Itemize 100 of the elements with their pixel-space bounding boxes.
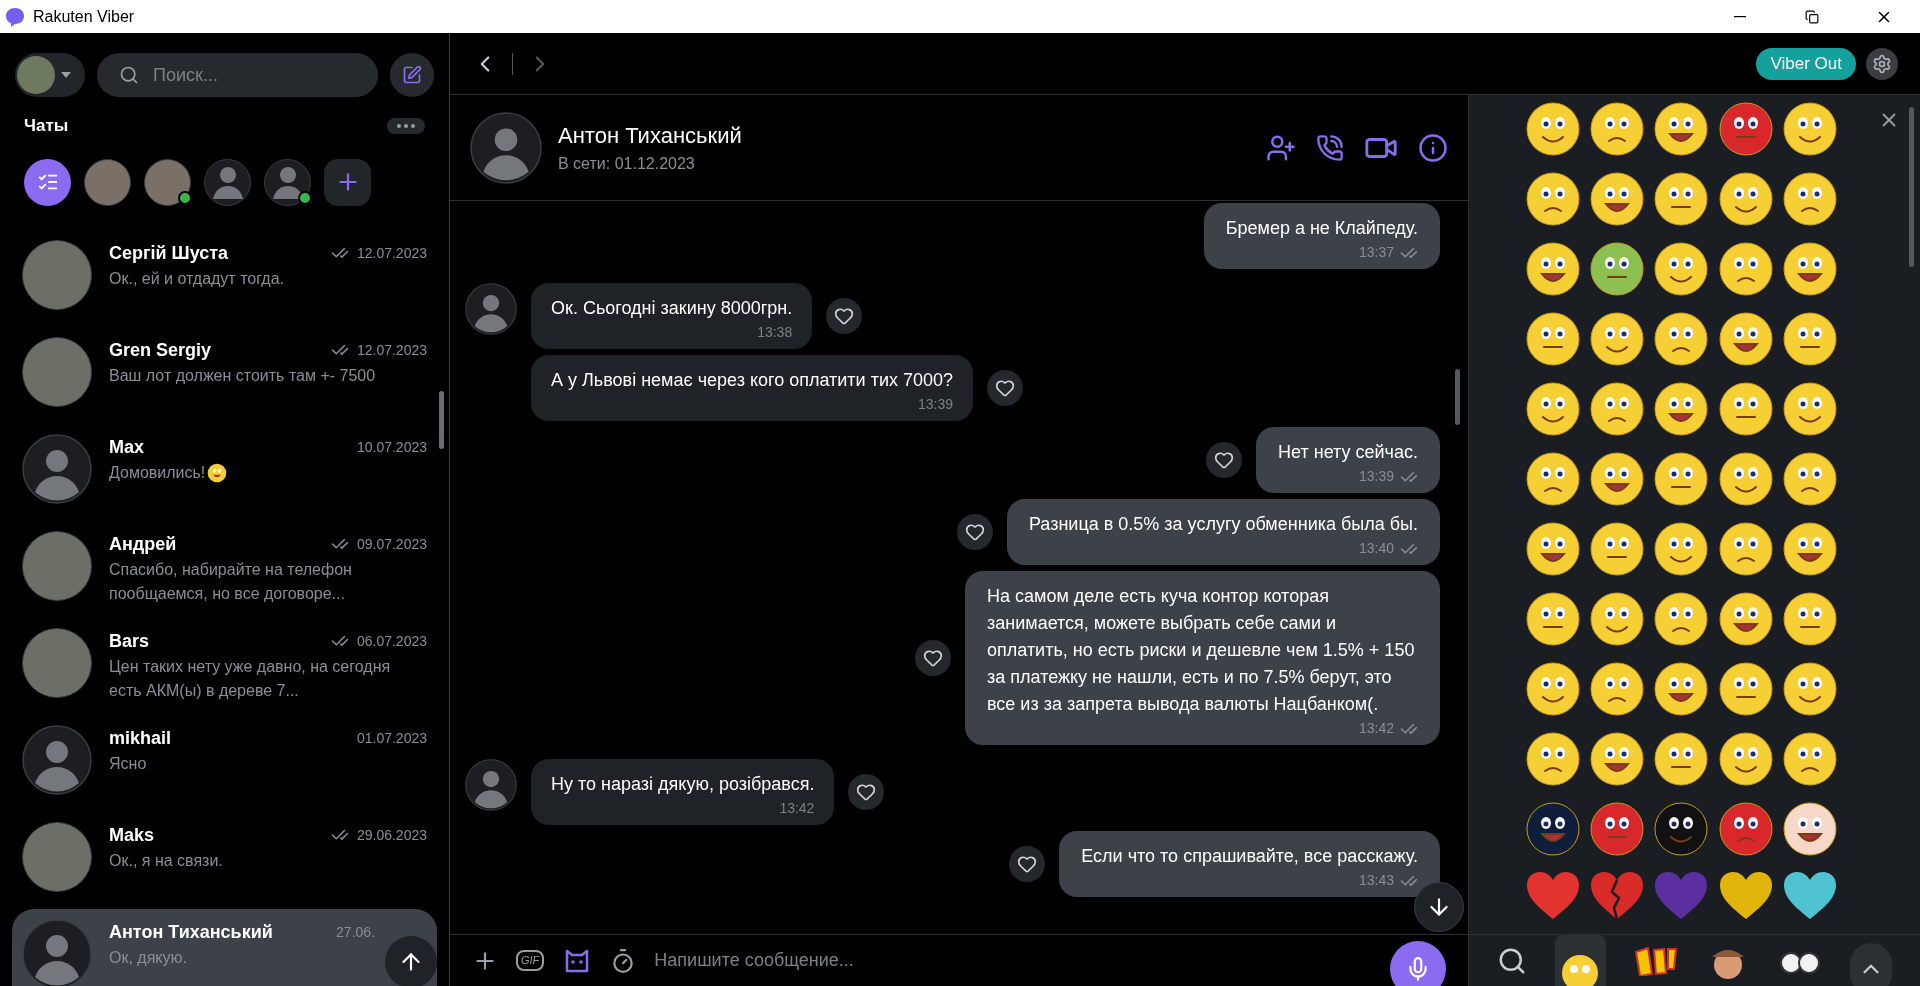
story-avatar[interactable] (84, 158, 131, 206)
heart-icon[interactable] (1717, 871, 1774, 921)
voice-button[interactable] (1390, 940, 1446, 986)
emoji-face-icon[interactable] (1781, 381, 1838, 437)
emoji-face-icon[interactable] (1781, 521, 1838, 577)
emoji-face-icon[interactable] (1717, 451, 1774, 507)
emoji-face-icon[interactable] (1589, 451, 1646, 507)
emoji-face-icon[interactable] (1525, 381, 1581, 437)
emoji-face-icon[interactable] (1589, 381, 1646, 437)
scrollbar-thumb[interactable] (439, 391, 444, 449)
chat-list-item[interactable]: Gren Sergiy 12.07.2023 Ваш лот должен стоить там +- 7500 (12, 326, 437, 424)
sticker-pack-tab[interactable] (1633, 945, 1678, 976)
emoji-face-icon[interactable] (1781, 171, 1838, 227)
emoji-face-icon[interactable] (1589, 311, 1646, 367)
broken-heart-icon[interactable] (1589, 871, 1646, 921)
more-button[interactable] (387, 117, 425, 134)
scrollbar-thumb[interactable] (1909, 107, 1914, 267)
info-button[interactable] (1418, 132, 1448, 163)
heart-icon[interactable] (1525, 871, 1581, 921)
emoji-face-icon[interactable] (1781, 731, 1838, 787)
emoji-face-icon[interactable] (1653, 101, 1710, 157)
emoji-face-icon[interactable] (1717, 801, 1774, 857)
emoji-face-icon[interactable] (1589, 241, 1646, 297)
scrollbar-thumb[interactable] (1455, 369, 1460, 425)
emoji-face-icon[interactable] (1525, 241, 1581, 297)
like-button[interactable] (956, 514, 993, 550)
emoji-face-icon[interactable] (1589, 591, 1646, 647)
emoji-face-icon[interactable] (1525, 801, 1581, 857)
emoji-face-icon[interactable] (1653, 661, 1710, 717)
emoji-face-icon[interactable] (1781, 661, 1838, 717)
emoji-face-icon[interactable] (1717, 591, 1774, 647)
call-button[interactable] (1316, 133, 1344, 162)
emoji-face-icon[interactable] (1525, 661, 1581, 717)
emoji-face-icon[interactable] (1653, 381, 1710, 437)
emoji-face-icon[interactable] (1653, 241, 1710, 297)
like-button[interactable] (915, 640, 951, 676)
emoji-face-icon[interactable] (1653, 311, 1710, 367)
emoji-face-icon[interactable] (1525, 451, 1581, 507)
story-avatar[interactable] (144, 158, 191, 206)
emoji-face-icon[interactable] (1653, 171, 1710, 227)
emoji-face-icon[interactable] (1525, 521, 1581, 577)
emoji-face-icon[interactable] (1781, 241, 1838, 297)
settings-button[interactable] (1866, 47, 1898, 80)
emoji-face-icon[interactable] (1781, 311, 1838, 367)
chat-list-item[interactable]: Max 10.07.2023 Домовились! (12, 423, 437, 521)
like-button[interactable] (987, 370, 1024, 406)
emoji-face-icon[interactable] (1525, 171, 1581, 227)
add-button[interactable] (324, 158, 371, 206)
like-button[interactable] (1206, 442, 1243, 478)
emoji-face-icon[interactable] (1717, 521, 1774, 577)
emoji-face-icon[interactable] (1717, 241, 1774, 297)
message-input[interactable]: Напишите сообщение... (654, 947, 1372, 974)
emoji-face-icon[interactable] (1589, 801, 1646, 857)
like-button[interactable] (826, 298, 863, 334)
emoji-face-icon[interactable] (1717, 731, 1774, 787)
emoji-face-icon[interactable] (1653, 521, 1710, 577)
emoji-face-icon[interactable] (1589, 101, 1646, 157)
emoji-face-icon[interactable] (1589, 521, 1646, 577)
chat-list-item[interactable]: Сергій Шуста 12.07.2023 Ок., ей и отдадут тогда. (12, 229, 437, 327)
emoji-face-icon[interactable] (1717, 101, 1774, 157)
gif-button[interactable]: GIF (516, 950, 545, 971)
emoji-face-icon[interactable] (1525, 101, 1581, 157)
emoji-face-icon[interactable] (1781, 101, 1838, 157)
emoji-face-icon[interactable] (1717, 661, 1774, 717)
emoji-face-icon[interactable] (1589, 731, 1646, 787)
filter-button[interactable] (24, 158, 71, 206)
emoji-face-icon[interactable] (1653, 801, 1710, 857)
emoji-face-icon[interactable] (1525, 311, 1581, 367)
expand-button[interactable] (1849, 942, 1892, 986)
compose-button[interactable] (390, 53, 434, 97)
emoji-face-icon[interactable] (1781, 451, 1838, 507)
emoji-face-icon[interactable] (1653, 451, 1710, 507)
like-button[interactable] (848, 774, 885, 810)
story-avatar[interactable] (204, 158, 251, 206)
heart-icon[interactable] (1781, 871, 1838, 921)
chat-list-item[interactable]: Maks 29.06.2023 Ок., я на связи. (12, 811, 437, 909)
emoji-face-icon[interactable] (1781, 801, 1838, 857)
emoji-face-icon[interactable] (1525, 591, 1581, 647)
like-button[interactable] (1009, 846, 1046, 882)
chat-list-item[interactable]: Антон Тиханський 27.06. Ок, дякую. (12, 908, 437, 986)
chat-list-item[interactable]: mikhail 01.07.2023 Ясно (12, 714, 437, 812)
emoji-face-icon[interactable] (1717, 381, 1774, 437)
contact-name: Gren Sergiy (109, 338, 212, 362)
emoji-face-icon[interactable] (1589, 661, 1646, 717)
heart-icon (923, 648, 943, 668)
search-field[interactable]: Поиск... (97, 53, 378, 97)
emoji-face-icon[interactable] (1717, 171, 1774, 227)
message-preview: Домовились! (109, 462, 206, 483)
scroll-down-button[interactable] (1414, 882, 1464, 932)
emoji-face-icon[interactable] (1589, 171, 1646, 227)
emoji-face-icon[interactable] (1781, 591, 1838, 647)
emoji-face-icon[interactable] (1525, 731, 1581, 787)
emoji-tab[interactable] (1555, 935, 1606, 986)
profile-button[interactable] (15, 53, 85, 97)
story-avatar[interactable] (264, 158, 311, 206)
emoji-face-icon[interactable] (1717, 311, 1774, 367)
emoji-face-icon[interactable] (1653, 731, 1710, 787)
chat-list-item[interactable]: Андрей 09.07.2023 Спасибо, набирайте на телефон пообщаемся, но все договоре... (12, 520, 437, 618)
emoji-face-icon[interactable] (1653, 591, 1710, 647)
chat-list-item[interactable]: Bars 06.07.2023 Цен таких нету уже давно, на сегодня есть АКМ(ы) в дереве 7... (12, 617, 437, 715)
